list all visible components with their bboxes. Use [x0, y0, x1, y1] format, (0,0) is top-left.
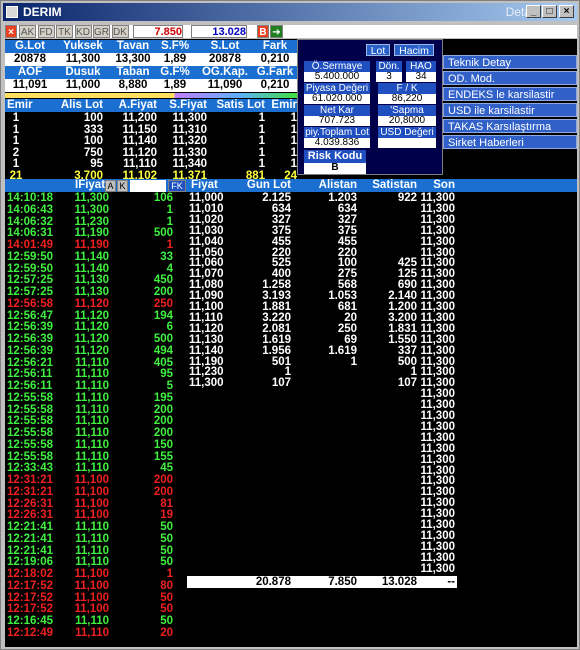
- summary-strip: [5, 93, 297, 98]
- trade-time: 12:12:49: [7, 626, 54, 639]
- menu-item[interactable]: Teknik Detay: [443, 55, 577, 69]
- trade-price: 11,110: [75, 626, 109, 639]
- arrow-right-icon[interactable]: ➔: [270, 25, 283, 38]
- usd-degeri-label: USD Değeri: [378, 127, 436, 138]
- depth-header-3: S.Fiyat: [169, 99, 207, 111]
- depth-header-4: Satis Lot: [216, 99, 265, 111]
- summary-value2-5: 0,210: [260, 79, 290, 91]
- vtable-header-2: Alistan: [318, 179, 357, 191]
- summary-header2-4: OG.Kap.: [201, 66, 248, 78]
- summary-value2-0: 11,091: [12, 79, 48, 91]
- summary-header2-3: G.F%: [160, 66, 190, 78]
- app-icon: [6, 6, 18, 18]
- summary-header1-3: S.F%: [160, 40, 190, 52]
- vtable-header-3: Satistan: [372, 179, 417, 191]
- title-bar[interactable]: DERIM Detay _ □ ×: [3, 3, 577, 21]
- summary-header2-2: Taban: [116, 66, 150, 78]
- menu-item[interactable]: OD. Mod.: [443, 71, 577, 85]
- vtable-cell: 11,300: [189, 377, 224, 390]
- vtable-total-1: 7.850: [328, 576, 357, 588]
- maximize-icon[interactable]: □: [542, 5, 557, 18]
- close-icon[interactable]: ×: [559, 5, 574, 18]
- window-title: DERIM: [23, 5, 62, 19]
- toolbar-btn-tk[interactable]: TK: [56, 25, 73, 38]
- osermaye-value: 5.400.000: [304, 72, 370, 82]
- summary-value2-1: 11,000: [65, 79, 101, 91]
- menu-item[interactable]: Sirket Haberleri: [443, 135, 577, 149]
- minimize-icon[interactable]: _: [526, 5, 541, 18]
- toolbar-btn-gr[interactable]: GR: [93, 25, 110, 38]
- summary-header2-5: G.Fark: [256, 66, 294, 78]
- summary-value2-4: 11,090: [207, 79, 243, 91]
- derim-window: DERIM Detay _ □ × × AK FD TK KD GR DK 7.850 1…: [0, 0, 580, 650]
- summary-value2-3: 1,89: [163, 79, 187, 91]
- summary-header2-0: AOF: [17, 66, 43, 78]
- total-volume-value: 13.028: [191, 25, 247, 38]
- summary-value1-3: 1,89: [163, 53, 187, 65]
- vtable-cell: 107: [271, 377, 291, 390]
- lot-button[interactable]: Lot: [366, 44, 390, 57]
- toolbar: × AK FD TK KD GR DK 7.850 13.028 B ➔: [5, 25, 577, 38]
- depth-header-5: Emir: [271, 99, 297, 111]
- stock-info-panel: Lot Hacim Ö.Sermaye 5.400.000 Dön. 3 HAO…: [297, 39, 443, 175]
- trades-fk-button[interactable]: FK: [168, 180, 186, 192]
- close-panel-icon[interactable]: ×: [5, 25, 17, 38]
- vtable-header-0: Fiyat: [191, 179, 218, 191]
- menu-item[interactable]: ENDEKS le karsilastir: [443, 87, 577, 101]
- vtable-cell: 107: [397, 377, 417, 390]
- summary-header1-4: S.Lot: [210, 40, 240, 52]
- menu-item[interactable]: TAKAS Karsılaştırma: [443, 119, 577, 133]
- vtable-header-4: Son: [433, 179, 455, 191]
- menu-item[interactable]: USD ile karsilastir: [443, 103, 577, 117]
- fk-value: 86,220: [378, 94, 436, 104]
- vtable-total-0: 20.878: [255, 576, 291, 588]
- usd-degeri-value: [378, 138, 436, 148]
- depth-header-0: Emir: [7, 99, 33, 111]
- vtable-total-2: 13.028: [381, 576, 417, 588]
- summary-value1-2: 13,300: [115, 53, 151, 65]
- toolbar-btn-ak[interactable]: AK: [19, 25, 36, 38]
- piy-toplam-lot-value: 4.039.836: [304, 138, 370, 148]
- risk-kodu-value: B: [304, 163, 366, 174]
- don-value: 3: [376, 72, 402, 82]
- depth-header-1: Alis Lot: [60, 99, 103, 111]
- summary-header1-5: Fark: [262, 40, 288, 52]
- trading-screen: G.Lot Yuksek Tavan S.F% S.Lot Fark 20878 11,300…: [5, 39, 577, 647]
- summary-value1-5: 0,210: [260, 53, 290, 65]
- hao-value: 34: [406, 72, 436, 82]
- vtable-header-1: Gun Lot: [246, 179, 291, 191]
- depth-header-2: A.Fiyat: [118, 99, 157, 111]
- vtable-cell: [301, 377, 357, 390]
- toolbar-btn-kd[interactable]: KD: [74, 25, 92, 38]
- trades-header-ifiyat: IFiyat: [75, 179, 106, 191]
- trades-k-button[interactable]: K: [117, 180, 128, 192]
- vtable-total-3: --: [447, 576, 455, 588]
- last-price-value: 7.850: [133, 25, 183, 38]
- trades-filter-input[interactable]: [130, 180, 166, 192]
- vtable-son-extra: 11,300: [420, 562, 455, 575]
- summary-header1-0: G.Lot: [14, 40, 46, 52]
- net-kar-value: 707.723: [304, 116, 370, 126]
- summary-value1-4: 20878: [209, 53, 241, 65]
- sapma-value: 20,8000: [378, 116, 436, 126]
- toolbar-btn-dk[interactable]: DK: [111, 25, 129, 38]
- trade-quantity: 20: [160, 626, 173, 639]
- summary-header1-1: Yuksek: [63, 40, 103, 52]
- summary-value1-0: 20878: [14, 53, 46, 65]
- piyasa-degeri-value: 61.020.000: [304, 94, 370, 104]
- summary-header1-2: Tavan: [116, 40, 150, 52]
- summary-value2-2: 8,880: [118, 79, 148, 91]
- toolbar-btn-fd[interactable]: FD: [37, 25, 55, 38]
- b-button[interactable]: B: [257, 25, 269, 38]
- summary-header2-1: Dusuk: [65, 66, 101, 78]
- hacim-button[interactable]: Hacim: [394, 44, 434, 57]
- summary-value1-1: 11,300: [65, 53, 101, 65]
- trades-a-button[interactable]: A: [105, 180, 116, 192]
